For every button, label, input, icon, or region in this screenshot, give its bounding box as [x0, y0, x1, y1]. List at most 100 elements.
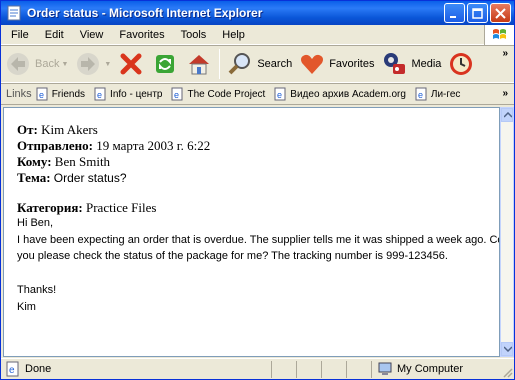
status-main: e Done	[1, 361, 271, 377]
link-label: Видео архив Academ.org	[290, 88, 406, 100]
menu-edit[interactable]: Edit	[37, 29, 72, 41]
svg-text:e: e	[174, 90, 179, 100]
body-line-2: you please check the status of the packa…	[17, 250, 448, 262]
page-content[interactable]: От: Kim Akers Отправлено: 19 марта 2003 …	[3, 107, 500, 357]
favorites-heart-icon	[298, 50, 326, 78]
stop-icon	[117, 50, 145, 78]
stop-button[interactable]	[114, 47, 148, 81]
toolbar-more-chevron-icon[interactable]: »	[502, 48, 508, 59]
category-value: Practice Files	[86, 200, 157, 215]
scroll-up-button[interactable]	[501, 108, 513, 122]
search-icon	[226, 50, 254, 78]
menu-help[interactable]: Help	[214, 29, 253, 41]
back-button[interactable]: Back ▼	[1, 47, 71, 81]
sent-value: 19 марта 2003 г. 6:22	[96, 138, 211, 153]
link-label: Info - центр	[110, 88, 163, 100]
sent-label: Отправлено:	[17, 138, 93, 153]
home-button[interactable]	[182, 47, 216, 81]
ie-page-icon: e	[274, 87, 286, 101]
close-icon	[495, 7, 506, 19]
zone-label: My Computer	[397, 362, 464, 375]
link-label: Friends	[51, 88, 86, 100]
status-text: Done	[25, 363, 52, 375]
links-bar: Links e Friends e Info - центр e The Cod…	[1, 83, 514, 105]
media-button[interactable]: Media	[377, 47, 444, 81]
from-line: От: Kim Akers	[17, 122, 98, 138]
svg-text:e: e	[97, 90, 102, 100]
minimize-button[interactable]	[444, 3, 465, 23]
link-info-center[interactable]: e Info - центр	[93, 87, 162, 101]
menu-view[interactable]: View	[72, 29, 112, 41]
scroll-up-arrow-icon	[504, 112, 512, 118]
category-label: Категория:	[17, 200, 83, 215]
sent-line: Отправлено: 19 марта 2003 г. 6:22	[17, 138, 210, 154]
forward-arrow-icon	[74, 50, 102, 78]
signature-text: Kim	[17, 301, 36, 313]
from-value: Kim Akers	[41, 122, 98, 137]
resize-grip-icon[interactable]	[501, 366, 513, 378]
link-code-project[interactable]: e The Code Project	[170, 87, 265, 101]
menu-file[interactable]: File	[1, 29, 37, 41]
ie-page-icon: e	[171, 87, 183, 101]
window-title: Order status - Microsoft Internet Explor…	[27, 6, 263, 20]
svg-text:e: e	[9, 365, 15, 376]
body-line-1: I have been expecting an order that is o…	[17, 234, 500, 246]
minimize-icon	[450, 15, 456, 18]
favorites-label: Favorites	[329, 58, 375, 70]
vertical-scrollbar[interactable]	[500, 107, 514, 357]
ie-page-icon: e	[36, 87, 48, 101]
standard-toolbar: Back ▼ ▼ Search Favorites Media »	[1, 45, 514, 83]
refresh-icon	[151, 50, 179, 78]
windows-logo-icon	[484, 25, 514, 45]
scroll-down-arrow-icon	[504, 346, 512, 352]
subject-value: Order status?	[53, 171, 127, 185]
category-line: Категория: Practice Files	[17, 200, 156, 216]
svg-text:e: e	[39, 90, 44, 100]
link-friends[interactable]: e Friends	[35, 87, 85, 101]
greeting-text: Hi Ben,	[17, 217, 54, 229]
history-clock-icon	[447, 50, 475, 78]
maximize-button[interactable]	[467, 3, 488, 23]
forward-button[interactable]: ▼	[71, 47, 114, 81]
menu-tools[interactable]: Tools	[173, 29, 215, 41]
subject-label: Тема:	[17, 170, 51, 185]
link-liges[interactable]: e Ли-гес	[414, 87, 460, 101]
forward-dropdown-icon[interactable]: ▼	[104, 61, 111, 68]
to-value: Ben Smith	[54, 154, 111, 169]
back-label: Back	[35, 58, 60, 70]
search-button[interactable]: Search	[223, 47, 295, 81]
home-icon	[185, 50, 213, 78]
browser-window: Order status - Microsoft Internet Explor…	[0, 0, 515, 380]
maximize-icon	[472, 7, 483, 19]
toolbar-separator	[219, 49, 221, 79]
back-arrow-icon	[4, 50, 32, 78]
link-video-archive[interactable]: e Видео архив Academ.org	[273, 87, 406, 101]
refresh-button[interactable]	[148, 47, 182, 81]
thanks-text: Thanks!	[17, 284, 57, 296]
security-zone[interactable]: My Computer	[377, 361, 502, 377]
ie-page-icon: e	[415, 87, 427, 101]
title-bar[interactable]: Order status - Microsoft Internet Explor…	[1, 1, 514, 25]
svg-text:e: e	[277, 90, 282, 100]
my-computer-icon	[378, 362, 392, 375]
page-icon	[6, 5, 22, 21]
links-more-chevron-icon[interactable]: »	[502, 88, 508, 99]
to-line: Кому: Ben Smith	[17, 154, 110, 170]
media-icon	[380, 50, 408, 78]
menu-bar: File Edit View Favorites Tools Help	[1, 25, 514, 45]
link-label: The Code Project	[187, 88, 266, 100]
favorites-button[interactable]: Favorites	[295, 47, 377, 81]
history-button[interactable]	[444, 47, 478, 81]
media-label: Media	[411, 58, 442, 70]
from-label: От:	[17, 122, 38, 137]
done-page-icon: e	[6, 361, 19, 377]
svg-text:e: e	[418, 90, 423, 100]
back-dropdown-icon[interactable]: ▼	[61, 61, 68, 68]
close-button[interactable]	[490, 3, 511, 23]
scroll-down-button[interactable]	[501, 342, 513, 356]
status-bar: e Done My Computer	[1, 358, 514, 379]
search-label: Search	[257, 58, 293, 70]
link-label: Ли-гес	[430, 88, 461, 100]
ie-page-icon: e	[94, 87, 106, 101]
menu-favorites[interactable]: Favorites	[111, 29, 172, 41]
